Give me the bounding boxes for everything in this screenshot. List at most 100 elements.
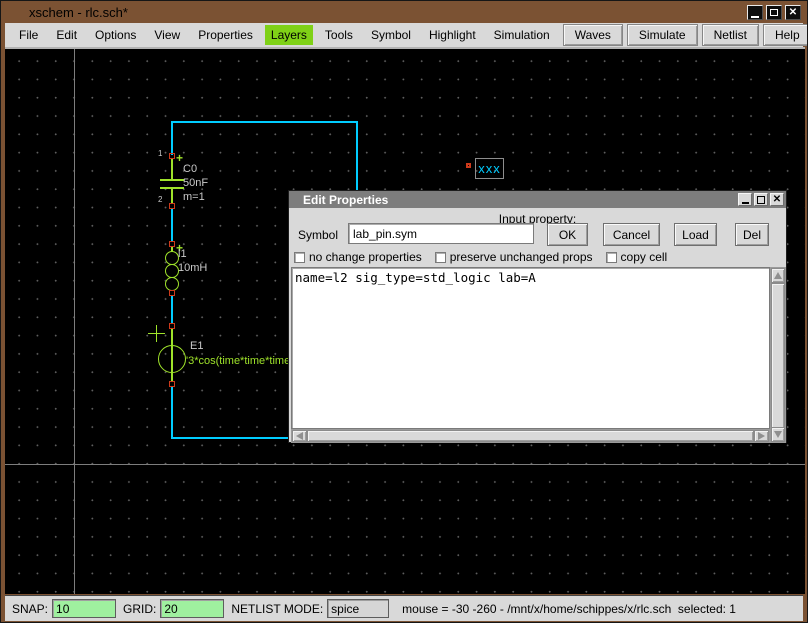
menu-right-buttons: Waves Simulate Netlist Help [559,23,808,47]
net-label-text: xxx [478,161,501,176]
vertical-scroll-thumb[interactable] [771,283,785,429]
capacitor-plate [160,179,184,181]
arrow-up-icon [774,272,782,279]
scroll-right-button[interactable] [754,430,769,442]
checkbox-icon[interactable] [435,252,446,263]
cancel-button[interactable]: Cancel [603,223,660,246]
scroll-up-button[interactable] [771,268,785,283]
load-button[interactable]: Load [674,223,717,246]
maximize-icon [757,196,765,204]
menu-simulation[interactable]: Simulation [488,25,556,45]
menu-file[interactable]: File [13,25,44,45]
symbol-label: Symbol [298,228,338,242]
window-title: xschem - rlc.sch* [29,5,128,20]
menu-bar: File Edit Options View Properties Layers… [5,23,803,47]
dialog-close-button[interactable]: ✕ [770,193,784,206]
origin-axis-vertical [74,49,75,594]
symbol-input[interactable] [348,223,534,244]
wire-segment[interactable] [356,121,358,196]
checkbox-label: copy cell [621,250,668,264]
component-attr: m=1 [183,191,205,204]
scroll-down-button[interactable] [771,427,785,442]
polarity-plus-icon [148,325,165,342]
edit-properties-dialog: Edit Properties ✕ Input property: Symbol… [288,190,787,443]
help-button[interactable]: Help [763,24,808,46]
component-value: 50nF [183,177,208,190]
arrow-left-icon [296,432,303,440]
checkbox-label: preserve unchanged props [450,250,593,264]
menu-options[interactable]: Options [89,25,142,45]
scroll-left-button[interactable] [292,430,307,442]
component-value: 10mH [178,262,207,275]
checkbox-label: no change properties [309,250,422,264]
pin-number: 2 [158,193,162,206]
checkbox-no-change[interactable]: no change properties [294,250,422,264]
maximize-button[interactable] [766,5,782,20]
origin-axis-horizontal [5,464,805,465]
menu-symbol[interactable]: Symbol [365,25,417,45]
snap-label: SNAP: [12,602,48,616]
simulate-button[interactable]: Simulate [627,24,698,46]
minimize-button[interactable] [747,5,763,20]
dialog-title-bar[interactable]: Edit Properties ✕ [289,191,786,208]
wire-segment[interactable] [171,209,173,241]
horizontal-scroll-thumb[interactable] [307,430,754,442]
arrow-right-icon [758,432,765,440]
pin-number: 1 [158,147,162,160]
netlist-mode-label: NETLIST MODE: [231,602,323,616]
pin-square [169,381,175,387]
dialog-minimize-button[interactable] [738,193,752,206]
minimize-icon [751,16,759,18]
ok-button[interactable]: OK [547,223,588,246]
polarity-plus-icon: + [176,152,183,164]
wire-segment[interactable] [171,296,173,323]
window-controls: ✕ [747,5,801,20]
snap-input[interactable] [52,599,116,618]
selection-box: xxx [475,158,504,179]
source-circle [158,345,186,373]
close-button[interactable]: ✕ [785,5,801,20]
menu-highlight[interactable]: Highlight [423,25,482,45]
checkbox-copy-cell[interactable]: copy cell [606,250,668,264]
inductor-coil [165,264,179,278]
pin-square [169,203,175,209]
wire-segment[interactable] [171,121,358,123]
maximize-icon [770,9,778,16]
menu-view[interactable]: View [148,25,186,45]
status-bar: SNAP: GRID: NETLIST MODE: mouse = -30 -2… [5,595,803,621]
checkbox-preserve[interactable]: preserve unchanged props [435,250,593,264]
checkbox-row: no change properties preserve unchanged … [294,250,667,264]
arrow-down-icon [774,431,782,438]
dialog-maximize-button[interactable] [754,193,768,206]
netlist-button[interactable]: Netlist [702,24,759,46]
menu-layers[interactable]: Layers [265,25,313,45]
netlist-mode-input[interactable] [327,599,389,618]
del-button[interactable]: Del [735,223,769,246]
horizontal-scrollbar[interactable] [291,429,770,443]
inductor-coil [165,277,179,291]
checkbox-icon[interactable] [606,252,617,263]
component-ref: l1 [178,248,187,261]
wire-segment[interactable] [171,121,173,155]
grid-input[interactable] [160,599,224,618]
pin-square [169,290,175,296]
minimize-icon [742,202,749,204]
wire-segment[interactable] [171,387,173,439]
menu-edit[interactable]: Edit [50,25,83,45]
checkbox-icon[interactable] [294,252,305,263]
xschem-window: xschem - rlc.sch* ✕ File Edit Options Vi… [0,0,808,623]
properties-textarea[interactable]: name=l2 sig_type=std_logic lab=A [291,267,770,429]
vertical-scrollbar[interactable] [770,267,786,443]
inductor-coil [165,251,179,265]
dialog-title: Edit Properties [303,193,388,207]
component-value: '3*cos(time*time*time* [186,355,294,367]
component-ref: C0 [183,163,197,176]
menu-properties[interactable]: Properties [192,25,259,45]
waves-button[interactable]: Waves [563,24,623,46]
pin-square [466,163,471,168]
close-icon: ✕ [773,195,781,205]
menu-tools[interactable]: Tools [319,25,359,45]
capacitor-lead [171,189,173,203]
component-ref: E1 [190,340,203,353]
title-bar[interactable]: xschem - rlc.sch* ✕ [5,2,803,23]
